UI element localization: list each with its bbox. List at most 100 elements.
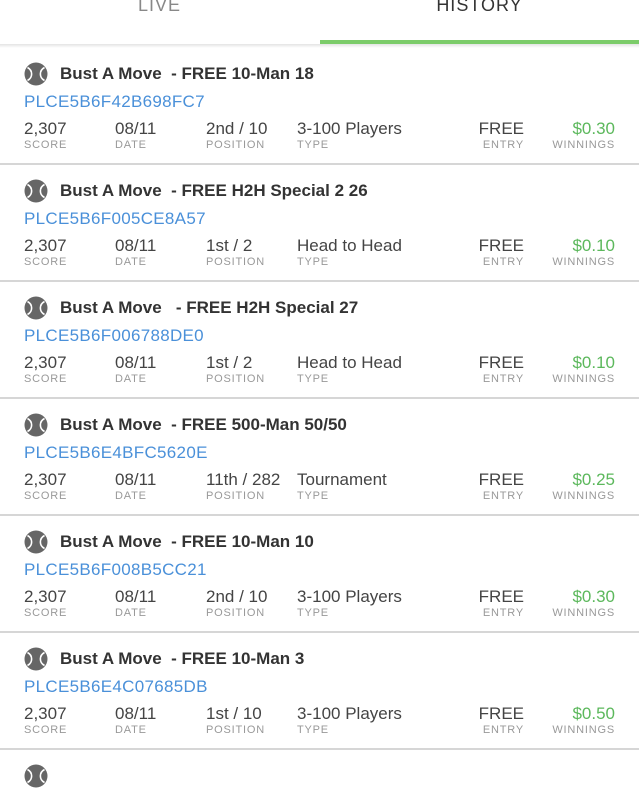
type-value: Head to Head [297,236,402,256]
position-value: 1st / 2 [206,236,265,256]
score-value: 2,307 [24,119,67,139]
position-label: POSITION [206,607,267,620]
type-value: 3-100 Players [297,704,402,724]
position-value: 1st / 10 [206,704,265,724]
entry-column: FREEENTRY [479,236,524,269]
tab-history[interactable]: HISTORY [320,0,639,44]
contest-card[interactable]: Bust A Move - FREE 500-Man 50/50 PLCE5B6E… [0,399,639,516]
type-label: TYPE [297,373,402,386]
position-label: POSITION [206,256,265,269]
position-label: POSITION [206,724,265,737]
entry-fee-value: FREE [479,704,524,724]
score-column: 2,307SCORE [24,587,67,620]
entry-label: ENTRY [479,373,524,386]
contest-code-link[interactable]: PLCE5B6F008B5CC21 [24,560,207,580]
tennis-ball-icon [24,296,48,320]
contest-title: Bust A Move - FREE H2H Special 27 [60,298,358,318]
contest-title: Bust A Move - FREE 500-Man 50/50 [60,415,347,435]
contest-card[interactable]: Bust A Move - FREE 10-Man 18 PLCE5B6F42B6… [0,48,639,165]
date-label: DATE [115,607,156,620]
contest-code-link[interactable]: PLCE5B6F005CE8A57 [24,209,206,229]
position-column: 1st / 2POSITION [206,353,265,386]
contest-card[interactable]: Bust A Move - FREE H2H Special 27 PLCE5B6… [0,282,639,399]
contest-card[interactable]: Bust A Move - FREE H2H Special 2 26PLCE5… [0,165,639,282]
position-column: 11th / 282POSITION [206,470,280,503]
winnings-label: WINNINGS [552,373,615,386]
entry-column: FREEENTRY [479,587,524,620]
type-label: TYPE [297,256,402,269]
score-label: SCORE [24,490,67,503]
position-column: 1st / 2POSITION [206,236,265,269]
entry-fee-value: FREE [479,236,524,256]
score-label: SCORE [24,139,67,152]
date-label: DATE [115,490,156,503]
winnings-column: $0.10WINNINGS [552,236,615,269]
type-value: Tournament [297,470,387,490]
date-column: 08/11DATE [115,470,156,503]
tennis-ball-icon [24,530,48,554]
score-label: SCORE [24,373,67,386]
date-column: 08/11DATE [115,587,156,620]
contest-card[interactable]: Bust A Move - FREE 10-Man 3 PLCE5B6E4C076… [0,633,639,750]
winnings-column: $0.30WINNINGS [552,119,615,152]
position-column: 2nd / 10POSITION [206,587,267,620]
winnings-column: $0.10WINNINGS [552,353,615,386]
contest-code-link[interactable]: PLCE5B6E4C07685DB [24,677,208,697]
entry-fee-value: FREE [479,470,524,490]
contest-code-link[interactable]: PLCE5B6E4BFC5620E [24,443,208,463]
entry-label: ENTRY [479,139,524,152]
score-column: 2,307SCORE [24,704,67,737]
type-label: TYPE [297,607,402,620]
entry-label: ENTRY [479,256,524,269]
winnings-column: $0.25WINNINGS [552,470,615,503]
contest-title: Bust A Move - FREE 10-Man 10 [60,532,314,552]
date-label: DATE [115,373,156,386]
score-label: SCORE [24,256,67,269]
contest-code-link[interactable]: PLCE5B6F006788DE0 [24,326,204,346]
date-column: 08/11DATE [115,119,156,152]
date-value: 08/11 [115,236,156,256]
tennis-ball-icon [24,764,48,788]
entry-column: FREEENTRY [479,353,524,386]
score-column: 2,307SCORE [24,353,67,386]
date-value: 08/11 [115,470,156,490]
type-column: 3-100 PlayersTYPE [297,119,402,152]
date-column: 08/11DATE [115,704,156,737]
tab-history-label: HISTORY [320,0,639,13]
type-value: 3-100 Players [297,119,402,139]
position-value: 1st / 2 [206,353,265,373]
tennis-ball-icon [24,179,48,203]
type-column: TournamentTYPE [297,470,387,503]
score-label: SCORE [24,724,67,737]
score-column: 2,307SCORE [24,119,67,152]
type-column: Head to HeadTYPE [297,353,402,386]
winnings-value: $0.30 [552,587,615,607]
entry-label: ENTRY [479,724,524,737]
tab-live[interactable]: LIVE [0,0,319,44]
entry-fee-value: FREE [479,353,524,373]
winnings-value: $0.25 [552,470,615,490]
entry-column: FREEENTRY [479,704,524,737]
position-column: 1st / 10POSITION [206,704,265,737]
date-column: 08/11DATE [115,353,156,386]
contest-card[interactable]: Bust A Move - FREE 10-Man 10 PLCE5B6F008B… [0,516,639,633]
winnings-value: $0.10 [552,236,615,256]
score-value: 2,307 [24,236,67,256]
type-value: 3-100 Players [297,587,402,607]
contest-title: Bust A Move - FREE 10-Man 18 [60,64,314,84]
score-column: 2,307SCORE [24,470,67,503]
position-value: 2nd / 10 [206,119,267,139]
contest-title: Bust A Move - FREE 10-Man 3 [60,649,304,669]
winnings-label: WINNINGS [552,724,615,737]
type-label: TYPE [297,139,402,152]
contest-card-partial[interactable] [0,750,639,780]
contest-history-list: Bust A Move - FREE 10-Man 18 PLCE5B6F42B6… [0,48,639,780]
tab-bar: LIVE HISTORY [0,0,639,44]
entry-label: ENTRY [479,607,524,620]
date-label: DATE [115,256,156,269]
contest-code-link[interactable]: PLCE5B6F42B698FC7 [24,92,205,112]
type-column: Head to HeadTYPE [297,236,402,269]
position-column: 2nd / 10POSITION [206,119,267,152]
score-value: 2,307 [24,470,67,490]
winnings-label: WINNINGS [552,139,615,152]
